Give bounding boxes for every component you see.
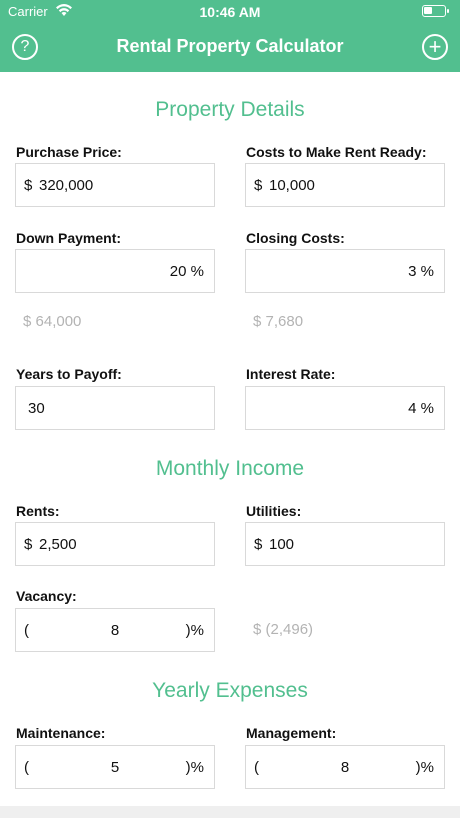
status-time: 10:46 AM [199,4,261,20]
currency-symbol: $ [254,177,263,194]
closing-costs-value: 3 % [408,263,434,280]
rent-ready-value: 10,000 [269,177,315,194]
purchase-price-field[interactable]: $ 320,000 [15,163,215,207]
currency-symbol: $ [254,536,263,553]
rent-ready-label: Costs to Make Rent Ready: [246,144,427,160]
page-title: Rental Property Calculator [116,36,344,56]
utilities-value: 100 [269,536,295,553]
years-payoff-label: Years to Payoff: [16,366,122,382]
down-payment-field[interactable]: 20 % [15,249,215,293]
rents-label: Rents: [16,503,60,519]
section-title-monthly-income: Monthly Income [155,457,305,480]
battery-icon [422,5,449,17]
section-title-property-details: Property Details [155,98,305,121]
closing-costs-field[interactable]: 3 % [245,249,445,293]
interest-rate-label: Interest Rate: [246,366,336,382]
vacancy-label: Vacancy: [16,588,77,604]
vacancy-field[interactable]: ( 8 )% [15,608,215,652]
rents-value: 2,500 [39,536,77,553]
management-field[interactable]: ( 8 )% [245,745,445,789]
purchase-price-value: 320,000 [39,177,94,194]
navigation-bar: Carrier 10:46 AM ? Rental Property Calcu… [0,0,460,72]
vacancy-amount: $ (2,496) [253,621,314,638]
purchase-price-label: Purchase Price: [16,144,122,160]
maintenance-value: 5 [110,759,120,776]
maintenance-label: Maintenance: [16,725,106,741]
closing-costs-label: Closing Costs: [246,230,345,246]
vacancy-value: 8 [110,622,120,639]
close-paren-percent: )% [415,759,434,776]
currency-symbol: $ [24,177,33,194]
rents-field[interactable]: $ 2,500 [15,522,215,566]
bottom-edge [0,806,460,818]
down-payment-amount: $ 64,000 [23,313,82,330]
status-bar: Carrier 10:46 AM [0,0,460,24]
down-payment-label: Down Payment: [16,230,122,246]
section-title-yearly-expenses: Yearly Expenses [152,679,308,702]
close-paren-percent: )% [185,622,204,639]
management-value: 8 [340,759,350,776]
down-payment-value: 20 % [169,263,204,280]
add-icon[interactable]: + [422,34,448,60]
closing-costs-amount: $ 7,680 [253,313,304,330]
interest-rate-value: 4 % [408,400,434,417]
maintenance-field[interactable]: ( 5 )% [15,745,215,789]
utilities-label: Utilities: [246,503,302,519]
utilities-field[interactable]: $ 100 [245,522,445,566]
interest-rate-field[interactable]: 4 % [245,386,445,430]
close-paren-percent: )% [185,759,204,776]
years-payoff-field[interactable]: 30 [15,386,215,430]
management-label: Management: [246,725,337,741]
currency-symbol: $ [24,536,33,553]
rent-ready-field[interactable]: $ 10,000 [245,163,445,207]
years-payoff-value: 30 [28,400,45,417]
